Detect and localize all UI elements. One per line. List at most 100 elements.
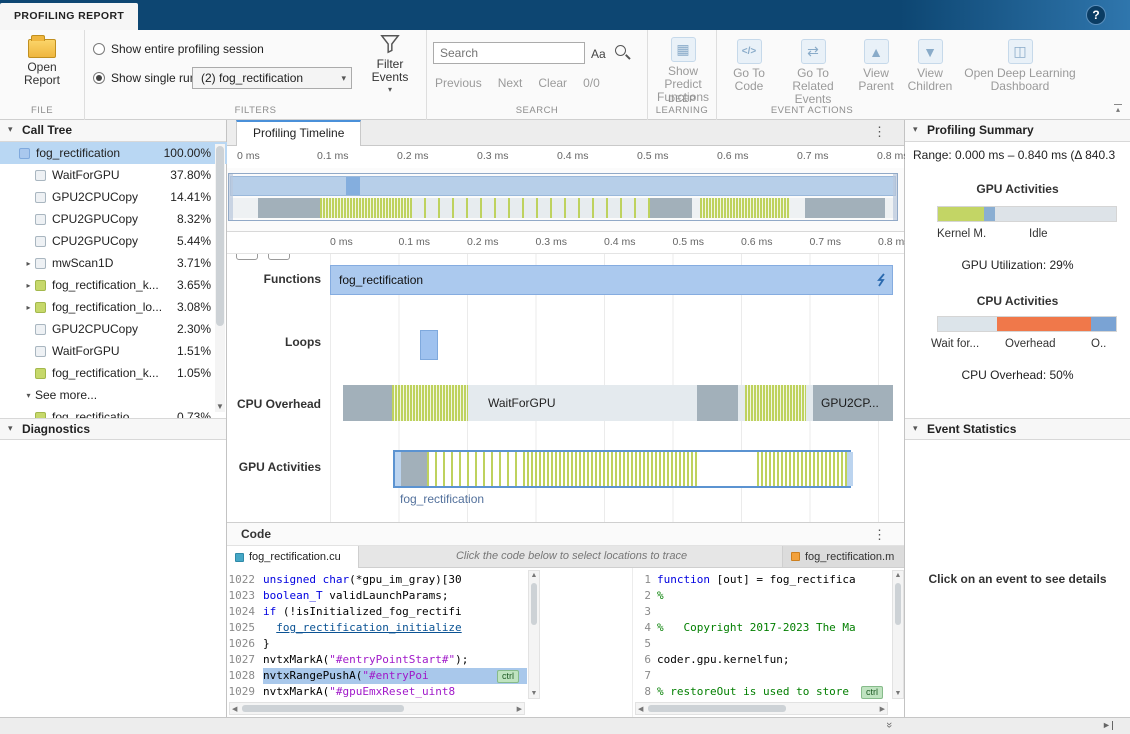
radio-show-single-run[interactable]: Show single run: [93, 71, 196, 85]
tree-expander-icon[interactable]: ▾: [22, 391, 35, 400]
code-line[interactable]: 8% restoreOut is used to storectrl: [633, 684, 891, 700]
tree-expander-icon[interactable]: ▸: [22, 259, 35, 268]
call-tree-item[interactable]: ▸fog_rectification_k...3.65%: [0, 274, 227, 296]
horizontal-scrollbar[interactable]: ◀ ▶: [635, 702, 888, 715]
call-tree-item[interactable]: ▾See more...: [0, 384, 227, 406]
code-line[interactable]: 1function [out] = fog_rectifica: [633, 572, 891, 588]
call-tree-item[interactable]: GPU2CPUCopy2.30%: [0, 318, 227, 340]
scroll-page-down-icon[interactable]: »: [883, 722, 895, 728]
code-line[interactable]: 1022unsigned char(*gpu_im_gray)[30: [227, 572, 527, 588]
run-selector-dropdown[interactable]: (2) fog_rectification ▾: [192, 67, 352, 89]
go-to-related-events-button[interactable]: ⇄ Go To Related Events: [777, 34, 849, 106]
scroll-down-icon[interactable]: ▼: [215, 402, 225, 411]
cpu-wait-event[interactable]: WaitForGPU: [468, 385, 697, 421]
code-line[interactable]: 1025 fog_rectification_initialize: [227, 620, 527, 636]
scrollbar-thumb[interactable]: [242, 705, 404, 712]
help-button[interactable]: ?: [1086, 5, 1106, 25]
previous-button[interactable]: Previous: [435, 76, 482, 90]
tree-expander-icon[interactable]: ▸: [22, 303, 35, 312]
code-line[interactable]: 1024if (!isInitialized_fog_rectifi: [227, 604, 527, 620]
code-line[interactable]: 1029nvtxMarkA("#gpuEmxReset_uint8: [227, 684, 527, 700]
scroll-left-icon[interactable]: ◀: [232, 705, 237, 713]
search-input[interactable]: [433, 42, 585, 64]
scroll-left-icon[interactable]: ◀: [638, 705, 643, 713]
call-tree-item[interactable]: GPU2CPUCopy14.41%: [0, 186, 227, 208]
scrollbar-thumb[interactable]: [531, 583, 537, 625]
scrollbar-thumb[interactable]: [648, 705, 786, 712]
event-statistics-header[interactable]: ▾ Event Statistics: [905, 418, 1130, 440]
scrollbar-thumb[interactable]: [216, 146, 224, 326]
tree-expander-icon[interactable]: ▸: [22, 281, 35, 290]
cpu-overhead-row[interactable]: WaitForGPU GPU2CP...: [328, 385, 893, 421]
call-tree-item[interactable]: WaitForGPU1.51%: [0, 340, 227, 362]
code-line[interactable]: 1027nvtxMarkA("#entryPointStart#");: [227, 652, 527, 668]
cpu-event-segment[interactable]: [343, 385, 392, 421]
tab-m-file[interactable]: fog_rectification.m: [782, 546, 904, 567]
tab-cu-file[interactable]: fog_rectification.cu: [227, 546, 359, 568]
vertical-scrollbar[interactable]: ▲ ▼: [892, 570, 904, 699]
cpu-event-segment[interactable]: [806, 385, 813, 421]
next-button[interactable]: Next: [498, 76, 523, 90]
view-children-button[interactable]: ▼ View Children: [903, 34, 957, 93]
overview-selection-handle[interactable]: [228, 173, 898, 221]
call-tree-item[interactable]: CPU2GPUCopy5.44%: [0, 230, 227, 252]
code-line[interactable]: 3: [633, 604, 891, 620]
code-line[interactable]: 1026}: [227, 636, 527, 652]
skip-to-end-icon[interactable]: ►: [1102, 720, 1113, 730]
functions-event-bar[interactable]: fog_rectification: [330, 265, 893, 295]
view-parent-button[interactable]: ▲ View Parent: [851, 34, 901, 93]
radio-show-entire-session[interactable]: Show entire profiling session: [93, 42, 264, 56]
go-to-code-button[interactable]: </> Go To Code: [723, 34, 775, 93]
call-tree-item[interactable]: fog_rectification100.00%: [0, 142, 227, 164]
open-report-button[interactable]: Open Report: [8, 32, 76, 87]
call-tree-item[interactable]: ▸mwScan1D3.71%: [0, 252, 227, 274]
horizontal-scrollbar[interactable]: ◀ ▶: [229, 702, 525, 715]
cpu-event-segment[interactable]: [738, 385, 745, 421]
selection-handle-right[interactable]: [847, 452, 853, 486]
cpu-event-segment[interactable]: [392, 385, 468, 421]
call-tree-item[interactable]: WaitForGPU37.80%: [0, 164, 227, 186]
tab-profiling-report[interactable]: PROFILING REPORT: [0, 3, 138, 30]
call-tree-item[interactable]: fog_rectificatio...0.73%: [0, 406, 227, 418]
call-tree-scrollbar[interactable]: ▼: [215, 144, 225, 412]
code-menu-icon[interactable]: ⋮: [873, 527, 886, 543]
open-deep-learning-dashboard-button[interactable]: ◫ Open Deep Learning Dashboard: [961, 34, 1079, 93]
vertical-scrollbar[interactable]: ▲ ▼: [528, 570, 540, 699]
diagnostics-header[interactable]: ▾ Diagnostics: [0, 418, 226, 440]
loops-event-bar[interactable]: [420, 330, 438, 360]
match-case-button[interactable]: Aa: [591, 47, 606, 61]
profiling-summary-header[interactable]: ▾ Profiling Summary: [905, 120, 1130, 142]
scroll-down-icon[interactable]: ▼: [893, 690, 903, 697]
timeline-overview[interactable]: [227, 168, 904, 232]
scrollbar-thumb[interactable]: [895, 583, 901, 625]
cpu-event-segment[interactable]: [697, 385, 738, 421]
filter-events-button[interactable]: Filter Events ▾: [357, 33, 423, 94]
collapse-toolstrip-button[interactable]: ▴: [1114, 104, 1122, 114]
call-tree-header[interactable]: ▾ Call Tree: [0, 120, 226, 142]
search-icon[interactable]: [615, 45, 626, 56]
bottom-scrollbar-strip[interactable]: » ►: [0, 717, 1130, 734]
timeline-menu-icon[interactable]: ⋮: [873, 124, 886, 140]
code-line[interactable]: 7: [633, 668, 891, 684]
gpu-activities-row[interactable]: [328, 450, 893, 490]
code-line[interactable]: 4% Copyright 2017-2023 The Ma: [633, 620, 891, 636]
scroll-up-icon[interactable]: ▲: [893, 572, 903, 579]
gpu-activities-bar[interactable]: [937, 206, 1117, 222]
call-tree-item[interactable]: CPU2GPUCopy8.32%: [0, 208, 227, 230]
scroll-up-icon[interactable]: ▲: [529, 572, 539, 579]
scroll-down-icon[interactable]: ▼: [529, 690, 539, 697]
tab-profiling-timeline[interactable]: Profiling Timeline: [236, 120, 361, 146]
call-tree-item[interactable]: fog_rectification_k...1.05%: [0, 362, 227, 384]
gpu-copy-event[interactable]: GPU2CP...: [813, 385, 893, 421]
code-line[interactable]: 1028nvtxRangePushA("#entryPoictrl: [227, 668, 527, 684]
code-line[interactable]: 1023boolean_T validLaunchParams;: [227, 588, 527, 604]
gpu-selected-event-bar[interactable]: [393, 450, 851, 488]
scroll-right-icon[interactable]: ▶: [517, 705, 522, 713]
code-line[interactable]: 6coder.gpu.kernelfun;: [633, 652, 891, 668]
call-tree-item[interactable]: ▸fog_rectification_lo...3.08%: [0, 296, 227, 318]
scroll-right-icon[interactable]: ▶: [880, 705, 885, 713]
code-line[interactable]: 5: [633, 636, 891, 652]
clear-button[interactable]: Clear: [538, 76, 567, 90]
cpu-event-segment[interactable]: [745, 385, 806, 421]
cpu-activities-bar[interactable]: [937, 316, 1117, 332]
